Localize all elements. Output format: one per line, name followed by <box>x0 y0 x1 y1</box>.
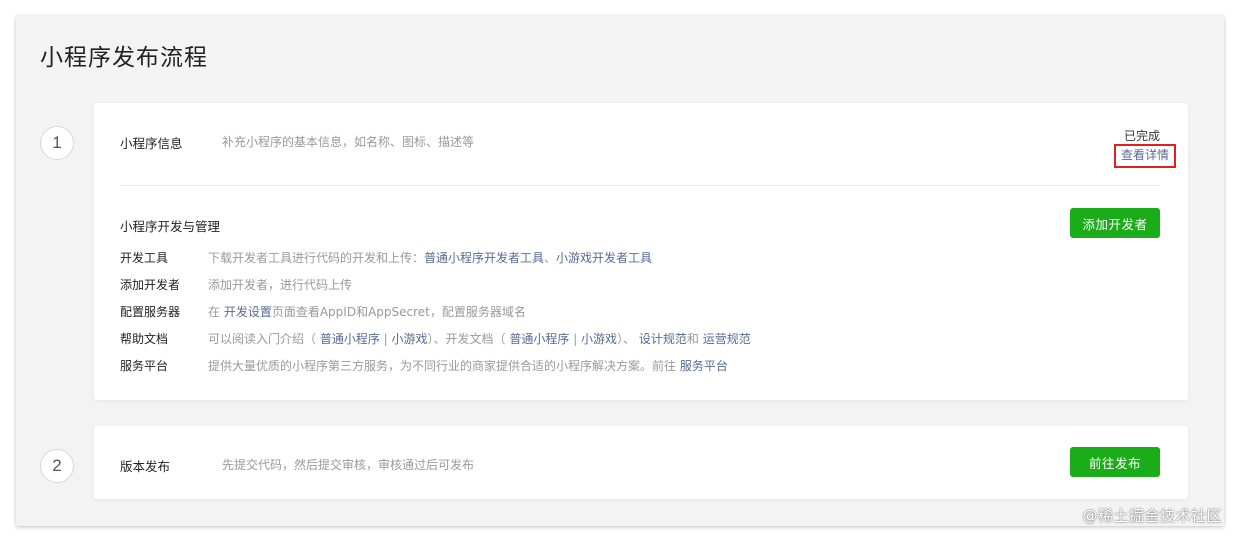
doc-link[interactable]: 小游戏 <box>581 332 617 346</box>
section-title: 小程序开发与管理 <box>120 219 221 234</box>
doc-link[interactable]: 普通小程序 <box>509 332 569 346</box>
info-text: 和 <box>686 332 703 346</box>
info-text: | <box>379 332 392 346</box>
info-row-label: 服务平台 <box>120 359 169 373</box>
doc-link[interactable]: 设计规范 <box>639 332 687 346</box>
divider <box>120 185 1160 186</box>
step-1-description: 补充小程序的基本信息，如名称、图标、描述等 <box>222 135 475 149</box>
doc-link[interactable]: 小游戏 <box>392 332 428 346</box>
info-row-label: 配置服务器 <box>120 305 181 319</box>
step-1-title: 小程序信息 <box>120 136 183 151</box>
info-text: ）、 <box>617 332 639 346</box>
doc-link[interactable]: 普通小程序 <box>320 332 380 346</box>
step-2-description: 先提交代码，然后提交审核，审核通过后可发布 <box>222 458 475 472</box>
info-text: ）、开发文档（ <box>427 332 510 346</box>
page-title: 小程序发布流程 <box>40 45 208 71</box>
go-publish-button[interactable]: 前往发布 <box>1070 447 1160 477</box>
info-row-text: 下载开发者工具进行代码的开发和上传：普通小程序开发者工具、小游戏开发者工具 <box>208 249 652 267</box>
status-badge: 已完成 <box>1123 129 1160 143</box>
info-row-label: 开发工具 <box>120 251 169 265</box>
step-2-card: 版本发布 先提交代码，然后提交审核，审核通过后可发布 前往发布 <box>94 426 1188 499</box>
watermark: @稀土掘金技术社区 <box>1082 507 1222 525</box>
publish-flow-panel: 小程序发布流程 1 小程序信息 补充小程序的基本信息，如名称、图标、描述等 已完… <box>16 16 1224 526</box>
info-text: | <box>569 332 582 346</box>
step-1-card: 小程序信息 补充小程序的基本信息，如名称、图标、描述等 已完成 查看详情 小程序… <box>94 103 1188 400</box>
info-row-label: 添加开发者 <box>120 278 181 292</box>
doc-link[interactable]: 普通小程序开发者工具 <box>424 251 544 265</box>
info-row-text: 可以阅读入门介绍（ 普通小程序 | 小游戏）、开发文档（ 普通小程序 | 小游戏… <box>208 330 751 348</box>
info-row-text: 提供大量优质的小程序第三方服务，为不同行业的商家提供合适的小程序解决方案。前往 … <box>208 357 728 375</box>
info-text: 在 <box>208 305 224 319</box>
step-1-number: 1 <box>40 126 74 160</box>
info-row-label: 帮助文档 <box>120 332 169 346</box>
doc-link[interactable]: 服务平台 <box>680 359 728 373</box>
info-text: 页面查看AppID和AppSecret，配置服务器域名 <box>271 305 526 319</box>
info-text: 可以阅读入门介绍（ <box>208 332 320 346</box>
view-details-link[interactable]: 查看详情 <box>1113 144 1176 168</box>
add-developer-button[interactable]: 添加开发者 <box>1070 208 1160 238</box>
info-row-text: 添加开发者，进行代码上传 <box>208 276 352 294</box>
step-2-title: 版本发布 <box>120 459 171 474</box>
info-text: 添加开发者，进行代码上传 <box>208 278 353 292</box>
info-row-text: 在 开发设置页面查看AppID和AppSecret，配置服务器域名 <box>208 303 526 321</box>
info-text: 、 <box>544 251 557 265</box>
doc-link[interactable]: 开发设置 <box>224 305 272 319</box>
doc-link[interactable]: 运营规范 <box>703 332 751 346</box>
step-2-number: 2 <box>40 449 74 483</box>
info-text: 提供大量优质的小程序第三方服务，为不同行业的商家提供合适的小程序解决方案。前往 <box>208 359 680 373</box>
doc-link[interactable]: 小游戏开发者工具 <box>556 251 652 265</box>
info-text: 下载开发者工具进行代码的开发和上传： <box>208 251 425 265</box>
